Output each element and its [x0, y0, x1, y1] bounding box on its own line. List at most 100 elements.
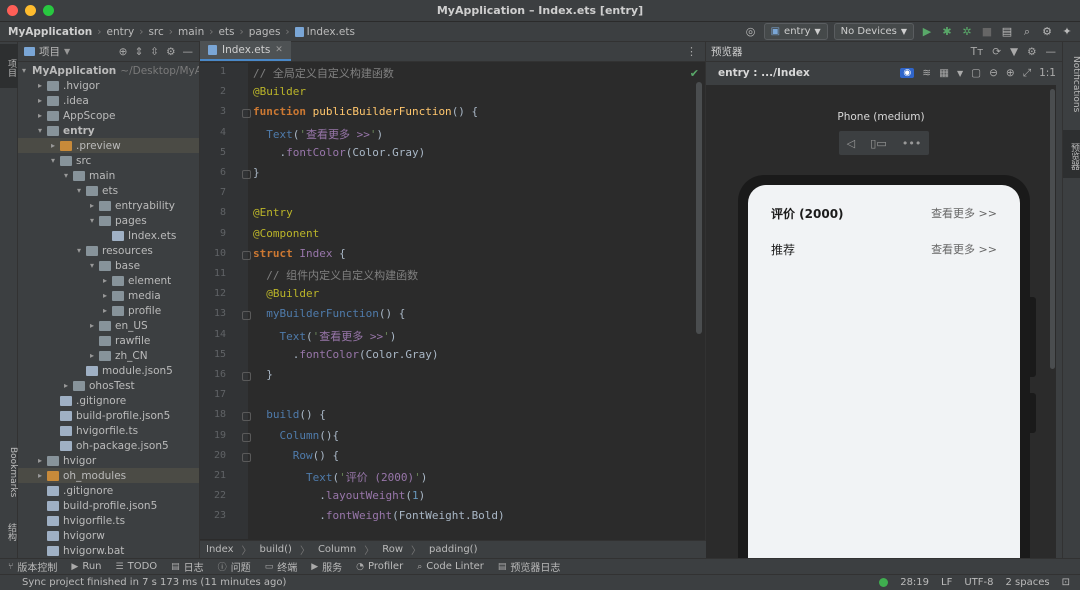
attach-debugger-icon[interactable]: ✲: [960, 25, 974, 39]
chevron-down-icon[interactable]: ▾: [35, 126, 45, 135]
run-icon[interactable]: ▶: [920, 25, 934, 39]
code-line[interactable]: }: [253, 368, 273, 381]
chevron-down-icon[interactable]: ▼: [64, 47, 70, 56]
expand-all-icon[interactable]: ⇕: [134, 46, 143, 58]
tool-window-button[interactable]: ▶ 服务: [311, 559, 342, 575]
chevron-right-icon[interactable]: ▸: [35, 111, 45, 120]
collapse-all-icon[interactable]: ⇳: [150, 46, 159, 58]
previewer-tool-tab[interactable]: 预览器: [1063, 130, 1080, 178]
structure-tool-tab[interactable]: 结构: [0, 514, 18, 550]
chevron-right-icon[interactable]: ▸: [35, 96, 45, 105]
tree-item[interactable]: oh-package.json5: [18, 438, 199, 453]
tree-item[interactable]: ▾ src: [18, 153, 199, 168]
tool-window-button[interactable]: ▶ Run: [71, 561, 101, 572]
chevron-down-icon[interactable]: ▾: [61, 171, 71, 180]
gear-icon[interactable]: ⚙: [1040, 25, 1054, 39]
code-breadcrumb-item[interactable]: padding(): [429, 544, 477, 555]
code-line[interactable]: .fontColor(Color.Gray): [253, 146, 425, 159]
fold-icon[interactable]: [242, 452, 251, 462]
chevron-right-icon[interactable]: ▸: [87, 201, 97, 210]
bookmarks-tool-tab[interactable]: Bookmarks: [0, 440, 18, 504]
code-line[interactable]: function publicBuilderFunction() {: [253, 105, 478, 118]
breadcrumb-item[interactable]: ets: [218, 26, 234, 38]
gear-icon[interactable]: ⚙: [1027, 46, 1036, 58]
phone-screen[interactable]: 评价 (2000) 查看更多 >> 推荐 查看更多 >>: [748, 185, 1020, 558]
project-view-select[interactable]: 项目: [39, 44, 60, 59]
tree-item[interactable]: ▾ pages: [18, 213, 199, 228]
tree-item[interactable]: ▸ ohosTest: [18, 378, 199, 393]
chevron-down-icon[interactable]: ▾: [74, 246, 84, 255]
chevron-down-icon[interactable]: ▾: [22, 66, 26, 75]
chevron-right-icon[interactable]: ▸: [100, 306, 110, 315]
tree-item[interactable]: ▾ entry: [18, 123, 199, 138]
gear-icon[interactable]: ⚙: [166, 46, 175, 58]
tree-item[interactable]: ▾ ets: [18, 183, 199, 198]
chevron-down-icon[interactable]: ▾: [74, 186, 84, 195]
chevron-right-icon[interactable]: ▸: [100, 276, 110, 285]
rotate-icon[interactable]: ▯▭: [870, 137, 886, 150]
tree-item[interactable]: ▸ profile: [18, 303, 199, 318]
module-select[interactable]: ▣ entry ▼: [763, 23, 828, 40]
zoom-out-icon[interactable]: ⊖: [989, 67, 998, 79]
code-line[interactable]: Column(){: [253, 429, 340, 442]
fit-icon[interactable]: ⤢: [1023, 67, 1031, 80]
tree-item[interactable]: ▾ resources: [18, 243, 199, 258]
inspector-icon[interactable]: ◉: [900, 68, 915, 78]
code-line[interactable]: // 组件内定义自定义构建函数: [253, 267, 418, 283]
tree-item[interactable]: ▸ .preview: [18, 138, 199, 153]
chevron-down-icon[interactable]: ▾: [87, 261, 97, 270]
breadcrumb-item[interactable]: entry: [106, 26, 134, 38]
more-icon[interactable]: •••: [902, 137, 921, 150]
tree-item[interactable]: hvigorfile.ts: [18, 423, 199, 438]
plugin-icon[interactable]: ✦: [1060, 25, 1074, 39]
hide-icon[interactable]: —: [183, 46, 194, 58]
tree-item[interactable]: ▾ base: [18, 258, 199, 273]
close-icon[interactable]: ✕: [275, 45, 283, 55]
stop-icon[interactable]: ■: [980, 25, 994, 39]
target-icon[interactable]: ◎: [744, 25, 758, 39]
code-line[interactable]: }: [253, 166, 260, 179]
code-line[interactable]: Row() {: [253, 449, 339, 462]
tree-item[interactable]: ▾ MyApplication ~/Desktop/MyA: [18, 63, 199, 78]
tree-item[interactable]: ▸ oh_modules: [18, 468, 199, 483]
code-line[interactable]: @Component: [253, 227, 319, 240]
breadcrumb-item[interactable]: src: [148, 26, 163, 38]
search-icon[interactable]: ⌕: [1020, 25, 1034, 39]
code-breadcrumb-item[interactable]: build(): [260, 544, 292, 555]
fold-icon[interactable]: [242, 412, 251, 422]
code-line[interactable]: Text('查看更多 >>'): [253, 328, 397, 344]
fold-icon[interactable]: [242, 432, 251, 442]
chevron-down-icon[interactable]: ▼: [957, 69, 963, 78]
code-line[interactable]: @Builder: [253, 85, 306, 98]
tree-item[interactable]: build-profile.json5: [18, 408, 199, 423]
breadcrumb-item[interactable]: Index.ets: [307, 26, 355, 38]
tool-window-button[interactable]: ▭ 终端: [265, 559, 298, 575]
breadcrumb-item[interactable]: pages: [249, 26, 281, 38]
tree-item[interactable]: ▸ entryability: [18, 198, 199, 213]
back-icon[interactable]: ◁: [847, 137, 855, 150]
code-line[interactable]: Text('评价 (2000)'): [253, 469, 427, 485]
tree-item[interactable]: ▸ .idea: [18, 93, 199, 108]
tool-window-button[interactable]: ⑂ 版本控制: [8, 559, 57, 575]
chevron-right-icon[interactable]: ▸: [35, 471, 45, 480]
status-ok-icon[interactable]: [879, 578, 889, 587]
tool-window-button[interactable]: ⓘ 问题: [218, 559, 251, 574]
editor-scrollbar[interactable]: [696, 82, 702, 334]
fold-icon[interactable]: [242, 372, 251, 381]
chevron-right-icon[interactable]: ▸: [87, 321, 97, 330]
code-line[interactable]: build() {: [253, 408, 326, 421]
tool-window-button[interactable]: ⌕ Code Linter: [417, 561, 484, 572]
tool-window-button[interactable]: ▤ 预览器日志: [498, 559, 561, 575]
grid-icon[interactable]: ▦: [939, 67, 949, 79]
chevron-down-icon[interactable]: ▾: [48, 156, 58, 165]
filter-icon[interactable]: ▼: [1010, 46, 1018, 58]
tree-item[interactable]: ▾ main: [18, 168, 199, 183]
tree-item[interactable]: ▸ zh_CN: [18, 348, 199, 363]
hide-icon[interactable]: —: [1046, 46, 1057, 58]
breadcrumb-item[interactable]: main: [178, 26, 204, 38]
preview-scrollbar[interactable]: [1050, 89, 1055, 369]
refresh-icon[interactable]: ⟳: [992, 46, 1001, 58]
tree-item[interactable]: hvigorfile.ts: [18, 513, 199, 528]
code-line[interactable]: myBuilderFunction() {: [253, 307, 405, 320]
debug-icon[interactable]: ✱: [940, 25, 954, 39]
